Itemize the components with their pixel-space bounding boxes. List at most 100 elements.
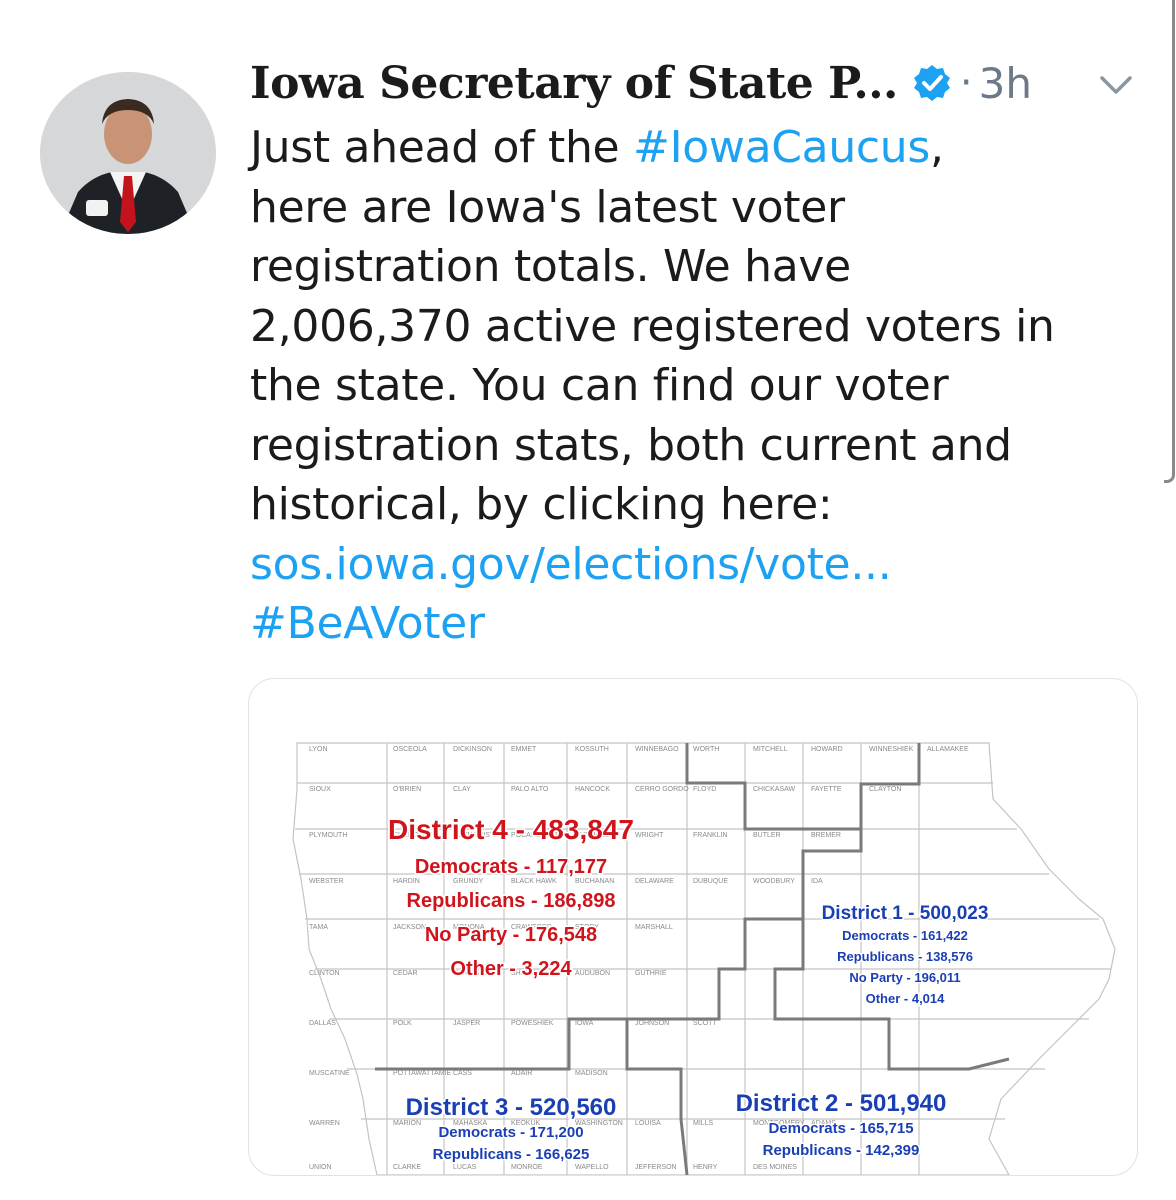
tweet-text-line: here are Iowa's latest voter	[250, 178, 1150, 238]
county-label: JASPER	[453, 1020, 480, 1027]
county-label: MARSHALL	[635, 924, 673, 931]
county-label: PLYMOUTH	[309, 832, 347, 839]
tweet-text-line: 2,006,370 active registered voters in	[250, 297, 1150, 357]
county-label: GRUNDY	[453, 878, 484, 885]
county-label: LUCAS	[453, 1164, 477, 1171]
county-label: PALO ALTO	[511, 786, 549, 793]
county-label: IDA	[811, 878, 823, 885]
county-label: POWESHIEK	[511, 1020, 554, 1027]
iowa-district-map: LYON OSCEOLA DICKINSON EMMET KOSSUTH WINNEBAG…	[292, 742, 1116, 1175]
county-label: DUBUQUE	[693, 878, 728, 885]
tweet-text-line: registration stats, both current and	[250, 416, 1150, 476]
county-label: SIOUX	[309, 786, 331, 793]
county-label: TAMA	[309, 924, 328, 931]
county-label: FAYETTE	[811, 786, 842, 793]
county-label: KOSSUTH	[575, 746, 609, 753]
county-label: ALLAMAKEE	[927, 746, 969, 753]
county-label: HARDIN	[393, 878, 420, 885]
district-party-count: Republicans - 142,399	[763, 1142, 920, 1159]
district-party-count: No Party - 196,011	[849, 970, 960, 985]
county-label: AUDUBON	[575, 970, 610, 977]
county-label: CEDAR	[393, 970, 418, 977]
district-title: District 1 - 500,023	[822, 903, 989, 924]
tweet-text: Just ahead of the #IowaCaucus, here are I…	[250, 118, 1150, 654]
county-label: CASS	[453, 1070, 472, 1077]
county-label: BREMER	[811, 832, 841, 839]
tweet-text-segment: Just ahead of the	[250, 122, 634, 173]
county-label: POLK	[393, 1020, 412, 1027]
county-label: MILLS	[693, 1120, 714, 1127]
county-label: WINNESHIEK	[869, 746, 914, 753]
url-link[interactable]: sos.iowa.gov/elections/vote...	[250, 539, 892, 590]
district-title: District 3 - 520,560	[406, 1094, 617, 1121]
author-name[interactable]: Iowa Secretary of State P...	[250, 58, 898, 109]
county-label: CLAYTON	[869, 786, 901, 793]
county-label: POTTAWATTAMIE	[393, 1070, 452, 1077]
county-label: GUTHRIE	[635, 970, 667, 977]
tweet-text-segment: registration totals. We have	[250, 241, 851, 292]
tweet-text-segment: historical, by clicking here:	[250, 479, 833, 530]
county-label: MONROE	[511, 1164, 543, 1171]
county-label: FRANKLIN	[693, 832, 728, 839]
county-label: WARREN	[309, 1120, 340, 1127]
district-title: District 2 - 501,940	[736, 1090, 947, 1117]
county-label: WORTH	[693, 746, 719, 753]
district-party-count: Democrats - 117,177	[415, 856, 607, 878]
county-label: DES MOINES	[753, 1164, 797, 1171]
county-label: EMMET	[511, 746, 537, 753]
avatar[interactable]	[40, 72, 216, 234]
district-party-count: Other - 4,014	[866, 991, 946, 1006]
district-party-count: Republicans - 186,898	[407, 890, 616, 912]
county-label: DICKINSON	[453, 746, 492, 753]
county-label: HANCOCK	[575, 786, 610, 793]
verified-badge-icon	[913, 65, 950, 101]
county-label: HENRY	[693, 1164, 718, 1171]
county-label: MADISON	[575, 1070, 608, 1077]
county-label: WOODBURY	[753, 878, 795, 885]
county-label: IOWA	[575, 1020, 594, 1027]
county-label: DELAWARE	[635, 878, 674, 885]
county-label: BUCHANAN	[575, 878, 614, 885]
hashtag-link[interactable]: #BeAVoter	[250, 598, 485, 649]
district-title: District 4 - 483,847	[388, 814, 634, 845]
county-label: WEBSTER	[309, 878, 344, 885]
county-label: WRIGHT	[635, 832, 664, 839]
county-label: FLOYD	[693, 786, 716, 793]
county-label: ADAIR	[511, 1070, 532, 1077]
district-party-count: Democrats - 161,422	[842, 928, 968, 943]
county-label: JOHNSON	[635, 1020, 669, 1027]
tweet-text-line: #BeAVoter	[250, 594, 1150, 654]
tweet-text-line: registration totals. We have	[250, 237, 1150, 297]
county-label: UNION	[309, 1164, 332, 1171]
tweet-text-segment: ,	[930, 122, 944, 173]
hashtag-link[interactable]: #IowaCaucus	[633, 122, 930, 173]
county-label: DALLAS	[309, 1020, 336, 1027]
county-label: CLINTON	[309, 970, 340, 977]
tweet-text-line: Just ahead of the #IowaCaucus,	[250, 118, 1150, 178]
district-party-count: No Party - 176,548	[425, 924, 597, 946]
district-party-count: Republicans - 138,576	[837, 949, 973, 964]
county-label: WAPELLO	[575, 1164, 609, 1171]
district-party-count: Other - 3,224	[450, 958, 572, 980]
district-party-count: Democrats - 171,200	[438, 1124, 583, 1141]
district-party-count: Democrats - 165,715	[768, 1120, 913, 1137]
tweet-text-line: historical, by clicking here:	[250, 475, 1150, 535]
chevron-down-icon[interactable]	[1098, 70, 1134, 98]
tweet-text-line: the state. You can find our voter	[250, 356, 1150, 416]
county-label: OSCEOLA	[393, 746, 427, 753]
county-label: MITCHELL	[753, 746, 788, 753]
county-label: CHICKASAW	[753, 786, 796, 793]
county-label: WINNEBAGO	[635, 746, 679, 753]
tweet-text-segment: 2,006,370 active registered voters in	[250, 300, 1055, 352]
county-label: JEFFERSON	[635, 1164, 677, 1171]
tweet-text-segment: registration stats, both current and	[250, 419, 1012, 471]
media-card[interactable]: LYON OSCEOLA DICKINSON EMMET KOSSUTH WINNEBAG…	[248, 678, 1138, 1176]
county-label: LOUISA	[635, 1120, 661, 1127]
county-label: CLAY	[453, 786, 471, 793]
county-label: LYON	[309, 746, 328, 753]
scrollbar[interactable]	[1164, 0, 1175, 483]
timestamp[interactable]: 3h	[979, 59, 1032, 108]
tweet-text-segment: here are Iowa's latest voter	[250, 181, 845, 233]
county-label: HOWARD	[811, 746, 843, 753]
county-label: MARION	[393, 1120, 421, 1127]
